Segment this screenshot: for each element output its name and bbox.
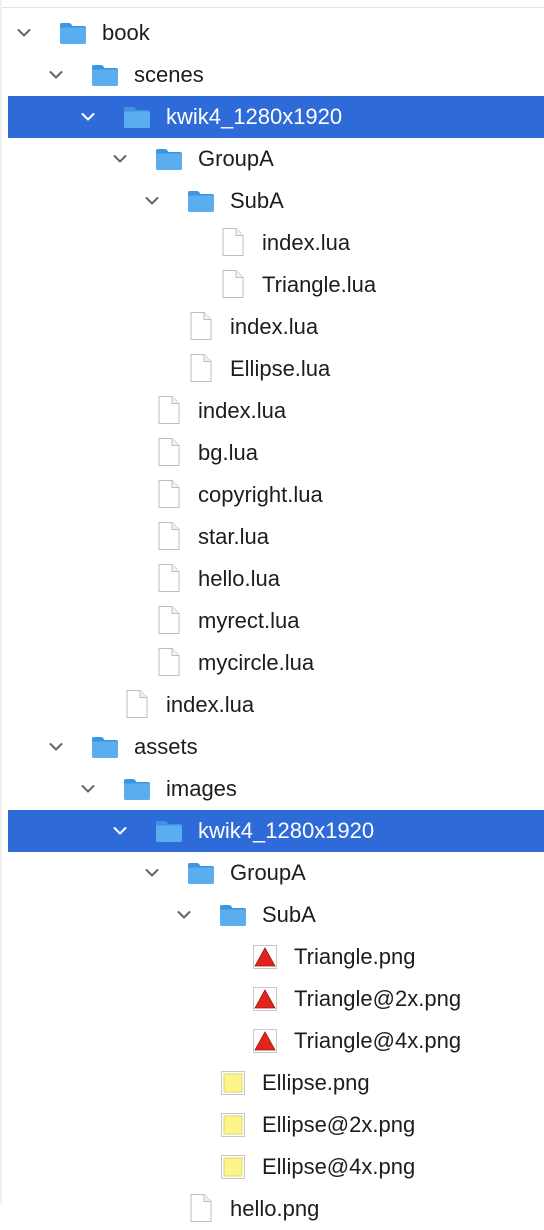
tree-file-row[interactable]: Ellipse.lua [0, 348, 544, 390]
tree-file-row[interactable]: index.lua [0, 390, 544, 432]
tree-folder-row[interactable]: GroupA [0, 138, 544, 180]
tree-item-label: hello.png [230, 1196, 320, 1221]
tree-item-label: index.lua [166, 692, 255, 717]
tree-folder-row[interactable]: kwik4_1280x1920 [0, 96, 544, 138]
file-icon [154, 563, 184, 592]
chevron-down-icon[interactable] [144, 193, 160, 209]
folder-icon [90, 62, 120, 88]
folder-icon [186, 860, 216, 886]
tree-file-row[interactable]: bg.lua [0, 432, 544, 474]
tree-item-label: Ellipse.lua [230, 356, 331, 381]
tree-item-label: assets [134, 734, 198, 759]
tree-file-row[interactable]: hello.lua [0, 558, 544, 600]
chevron-down-icon[interactable] [48, 739, 64, 755]
tree-item-label: images [166, 776, 237, 801]
file-icon [122, 689, 152, 718]
chevron-down-icon[interactable] [112, 823, 128, 839]
chevron-down-icon[interactable] [144, 865, 160, 881]
tree-folder-row[interactable]: assets [0, 726, 544, 768]
tree-item-label: Ellipse.png [262, 1070, 370, 1095]
tree-file-row[interactable]: myrect.lua [0, 600, 544, 642]
chevron-down-icon[interactable] [112, 151, 128, 167]
tree-item-label: hello.lua [198, 566, 280, 591]
tree-item-label: scenes [134, 62, 204, 87]
file-icon [218, 269, 248, 298]
tree-file-row[interactable]: Triangle@2x.png [0, 978, 544, 1020]
file-icon [218, 227, 248, 256]
tree-file-row[interactable]: Triangle.png [0, 936, 544, 978]
folder-icon [90, 734, 120, 760]
tree-item-label: Triangle@4x.png [294, 1028, 462, 1053]
tree-item-label: Triangle.png [294, 944, 416, 969]
tree-file-row[interactable]: index.lua [0, 222, 544, 264]
folder-icon [154, 818, 184, 844]
tree-file-row[interactable]: index.lua [0, 684, 544, 726]
chevron-down-icon[interactable] [80, 109, 96, 125]
folder-icon [122, 776, 152, 802]
file-icon [186, 353, 216, 382]
tree-item-label: book [102, 20, 150, 45]
image-file-icon [250, 944, 280, 970]
tree-item-label: Triangle.lua [262, 272, 377, 297]
file-icon [154, 395, 184, 424]
tree-item-label: Triangle@2x.png [294, 986, 462, 1011]
tree-item-label: bg.lua [198, 440, 258, 465]
tree-folder-row[interactable]: images [0, 768, 544, 810]
tree-item-label: copyright.lua [198, 482, 323, 507]
file-icon [186, 1193, 216, 1222]
tree-file-row[interactable]: mycircle.lua [0, 642, 544, 684]
folder-icon [58, 20, 88, 46]
tree-folder-row[interactable]: kwik4_1280x1920 [0, 810, 544, 852]
file-icon [154, 479, 184, 508]
folder-icon [122, 104, 152, 130]
tree-item-label: Ellipse@2x.png [262, 1112, 416, 1137]
file-icon [186, 311, 216, 340]
image-file-icon [218, 1154, 248, 1180]
folder-icon [154, 146, 184, 172]
tree-file-row[interactable]: Ellipse@2x.png [0, 1104, 544, 1146]
tree-item-label: SubA [230, 188, 284, 213]
tree-file-row[interactable]: star.lua [0, 516, 544, 558]
tree-file-row[interactable]: Triangle@4x.png [0, 1020, 544, 1062]
tree-folder-row[interactable]: GroupA [0, 852, 544, 894]
tree-item-label: Ellipse@4x.png [262, 1154, 416, 1179]
folder-icon [186, 188, 216, 214]
tree-item-label: mycircle.lua [198, 650, 315, 675]
tree-folder-row[interactable]: scenes [0, 54, 544, 96]
chevron-down-icon[interactable] [80, 781, 96, 797]
tree-file-row[interactable]: hello.png [0, 1188, 544, 1230]
tree-item-label: GroupA [230, 860, 306, 885]
file-icon [154, 521, 184, 550]
tree-folder-row[interactable]: book [0, 12, 544, 54]
file-icon [154, 605, 184, 634]
tree-file-row[interactable]: index.lua [0, 306, 544, 348]
tree-item-label: SubA [262, 902, 316, 927]
image-file-icon [218, 1070, 248, 1096]
tree-file-row[interactable]: copyright.lua [0, 474, 544, 516]
file-icon [154, 647, 184, 676]
tree-folder-row[interactable]: SubA [0, 180, 544, 222]
tree-item-label: star.lua [198, 524, 269, 549]
chevron-down-icon[interactable] [176, 907, 192, 923]
tree-item-label: index.lua [198, 398, 287, 423]
folder-icon [218, 902, 248, 928]
tree-item-label: GroupA [198, 146, 274, 171]
tree-item-label: kwik4_1280x1920 [198, 818, 375, 843]
header-divider [0, 0, 544, 8]
tree-folder-row[interactable]: SubA [0, 894, 544, 936]
tree-file-row[interactable]: Ellipse@4x.png [0, 1146, 544, 1188]
tree-file-row[interactable]: Ellipse.png [0, 1062, 544, 1104]
file-icon [154, 437, 184, 466]
tree-file-row[interactable]: Triangle.lua [0, 264, 544, 306]
chevron-down-icon[interactable] [16, 25, 32, 41]
tree-item-label: index.lua [230, 314, 319, 339]
image-file-icon [250, 986, 280, 1012]
file-tree: book scenes kwik4_1280x1920 GroupA SubA index… [0, 12, 544, 1230]
tree-item-label: kwik4_1280x1920 [166, 104, 343, 129]
image-file-icon [250, 1028, 280, 1054]
chevron-down-icon[interactable] [48, 67, 64, 83]
tree-item-label: myrect.lua [198, 608, 300, 633]
tree-item-label: index.lua [262, 230, 351, 255]
image-file-icon [218, 1112, 248, 1138]
